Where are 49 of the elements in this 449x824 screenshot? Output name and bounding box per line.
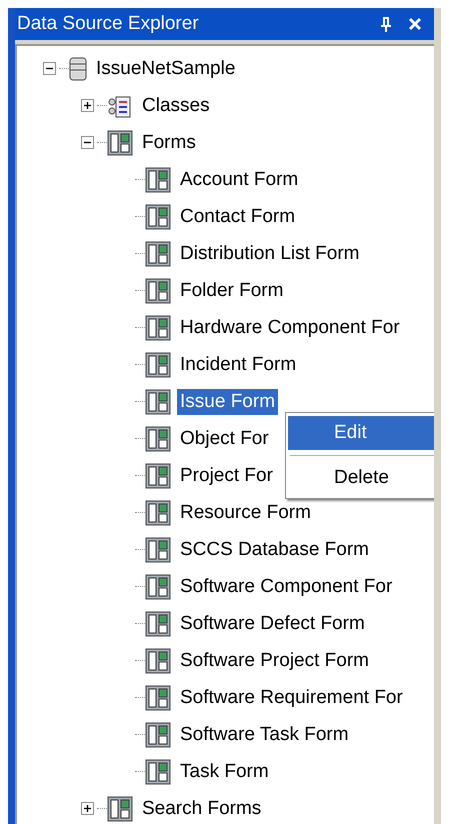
database-icon (69, 56, 87, 82)
tree-item[interactable]: Project For (177, 462, 276, 488)
tree-item[interactable]: Software Task Form (177, 722, 352, 748)
form-icon (145, 722, 171, 748)
tree-item[interactable]: Account Form (177, 166, 302, 192)
plus-icon (82, 101, 92, 110)
form-icon (145, 500, 171, 526)
form-icon (145, 610, 171, 636)
tree-item[interactable]: IssueNetSample (93, 56, 238, 82)
tree-item[interactable]: Software Requirement For (177, 684, 406, 710)
form-icon (145, 278, 171, 304)
menu-item[interactable]: Edit (288, 416, 434, 450)
tree-item[interactable]: Classes (139, 92, 213, 118)
form-icon (145, 166, 171, 192)
tree-item[interactable]: Software Defect Form (177, 610, 368, 636)
tree-item[interactable]: Distribution List Form (177, 240, 362, 266)
tree-item[interactable]: Software Project Form (177, 648, 372, 674)
form-icon (145, 758, 171, 784)
expand-toggle[interactable] (80, 99, 94, 112)
collapse-toggle[interactable] (42, 62, 56, 75)
form-icon (145, 388, 171, 414)
form-icon (107, 130, 133, 156)
form-icon (145, 204, 171, 230)
form-icon (107, 796, 133, 822)
tree-item[interactable]: Contact Form (177, 204, 298, 230)
form-icon (145, 426, 171, 452)
tree-item[interactable]: Search Forms (139, 796, 264, 822)
tree-item[interactable]: Object For (177, 426, 272, 452)
form-icon (145, 574, 171, 600)
tree-item[interactable]: Folder Form (177, 278, 286, 304)
form-icon (145, 536, 171, 562)
expand-toggle[interactable] (80, 802, 94, 815)
form-icon (145, 352, 171, 378)
form-icon (145, 462, 171, 488)
collapse-toggle[interactable] (80, 136, 94, 149)
form-icon (145, 240, 171, 266)
form-icon (145, 684, 171, 710)
form-icon (145, 648, 171, 674)
window-title: Data Source Explorer (17, 13, 200, 35)
tree-item[interactable]: Incident Form (177, 352, 300, 378)
tree-item[interactable]: Resource Form (177, 500, 314, 526)
tree-item[interactable]: SCCS Database Form (177, 536, 372, 562)
tree-item[interactable]: Task Form (177, 758, 272, 784)
tree-item[interactable]: Software Component For (177, 574, 396, 600)
form-icon (145, 314, 171, 340)
tree-item[interactable]: Issue Form (177, 388, 278, 414)
tree-item[interactable]: Forms (139, 130, 199, 156)
tree-item[interactable]: Hardware Component For (177, 314, 403, 340)
plus-icon (82, 804, 92, 813)
